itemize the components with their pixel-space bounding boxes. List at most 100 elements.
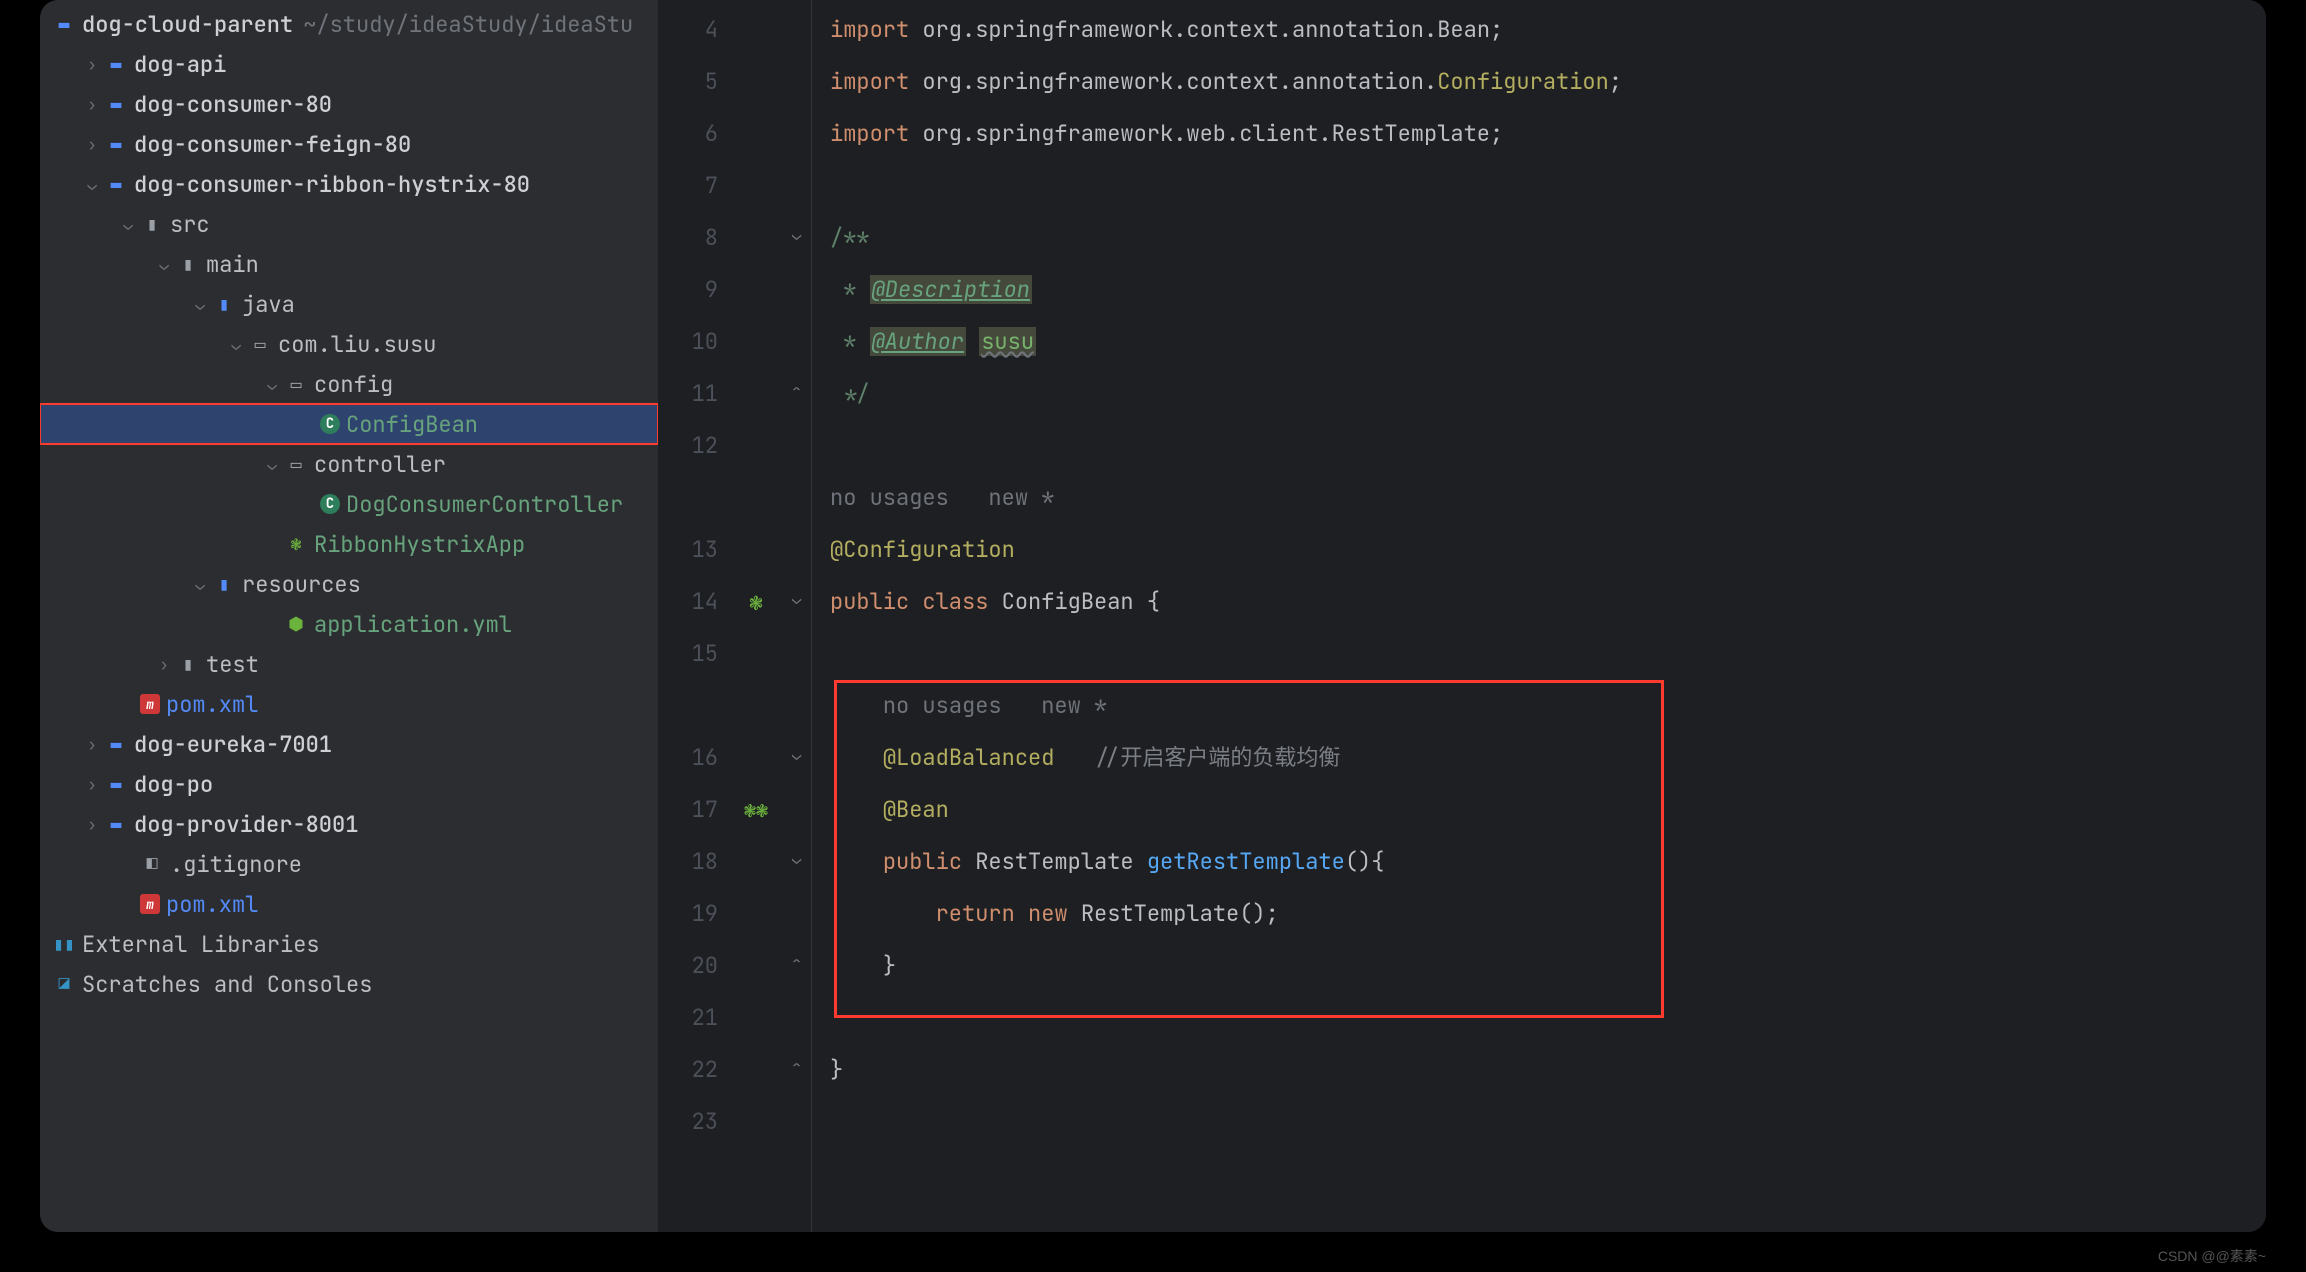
pkg-icon: ▭ [284, 372, 308, 396]
tree-item-main[interactable]: ⌄▮main [40, 244, 658, 284]
tree-item-dog-consumer-ribbon-hystrix-80[interactable]: ⌄▬dog-consumer-ribbon-hystrix-80 [40, 164, 658, 204]
tree-item-dog-consumer-80[interactable]: ›▬dog-consumer-80 [40, 84, 658, 124]
code-area[interactable]: import org.springframework.context.annot… [812, 0, 2266, 1232]
fold-handle[interactable]: ⌄ [782, 572, 811, 624]
fold-handle[interactable] [782, 312, 811, 364]
spring-icon: ❃ [284, 532, 308, 556]
line-number: 5 [658, 56, 730, 108]
expand-arrow-icon[interactable]: ⌄ [226, 334, 246, 355]
expand-arrow-icon[interactable]: ⌄ [190, 294, 210, 315]
fold-handle[interactable] [782, 676, 811, 728]
tree-item-label: java [242, 290, 295, 319]
maven-icon: m [140, 894, 160, 914]
tree-item-dog-eureka-7001[interactable]: ›▬dog-eureka-7001 [40, 724, 658, 764]
fold-handle[interactable] [782, 104, 811, 156]
tree-item-label: config [314, 370, 393, 399]
tree-item-label: .gitignore [170, 850, 302, 879]
tree-item--gitignore[interactable]: ◧.gitignore [40, 844, 658, 884]
line-number: 17 [658, 784, 730, 836]
expand-arrow-icon[interactable]: ⌄ [190, 574, 210, 595]
module-icon: ▬ [104, 812, 128, 836]
tree-item-label: dog-eureka-7001 [134, 730, 332, 759]
fold-handle[interactable]: ⌄ [782, 832, 811, 884]
fold-handle[interactable] [782, 520, 811, 572]
external-libraries[interactable]: ▮▮ External Libraries [40, 924, 658, 964]
fold-handle[interactable] [782, 468, 811, 520]
line-number: 15 [658, 628, 730, 680]
expand-arrow-icon[interactable]: ⌄ [262, 374, 282, 395]
code-editor[interactable]: 4567891011121314151617181920212223 ❃❃❃ ⌄… [658, 0, 2266, 1232]
tree-item-application-yml[interactable]: ⬢application.yml [40, 604, 658, 644]
tree-item-configbean[interactable]: CConfigBean [40, 404, 658, 444]
expand-arrow-icon[interactable]: ⌄ [82, 174, 102, 195]
project-root[interactable]: ▬ dog-cloud-parent ~/study/ideaStudy/ide… [40, 4, 658, 44]
tree-item-dog-consumer-feign-80[interactable]: ›▬dog-consumer-feign-80 [40, 124, 658, 164]
expand-arrow-icon[interactable]: › [82, 54, 102, 75]
line-number: 22 [658, 1044, 730, 1096]
fold-handle[interactable] [782, 0, 811, 52]
expand-arrow-icon[interactable]: › [82, 774, 102, 795]
fold-handle[interactable] [782, 1092, 811, 1144]
maven-icon: m [140, 694, 160, 714]
module-icon: ▬ [104, 132, 128, 156]
fold-handle[interactable]: ⌄ [782, 208, 811, 260]
tree-item-java[interactable]: ⌄▮java [40, 284, 658, 324]
fold-handle[interactable]: ⌃ [782, 1040, 811, 1092]
expand-arrow-icon[interactable]: › [82, 94, 102, 115]
tree-item-label: test [206, 650, 259, 679]
fold-handle[interactable] [782, 988, 811, 1040]
tree-item-dog-api[interactable]: ›▬dog-api [40, 44, 658, 84]
tree-item-src[interactable]: ⌄▮src [40, 204, 658, 244]
fold-handle[interactable] [782, 884, 811, 936]
expand-arrow-icon[interactable]: ⌄ [262, 454, 282, 475]
line-number: 16 [658, 732, 730, 784]
module-icon: ▬ [104, 92, 128, 116]
tree-item-dog-provider-8001[interactable]: ›▬dog-provider-8001 [40, 804, 658, 844]
tree-item-com-liu-susu[interactable]: ⌄▭com.liu.susu [40, 324, 658, 364]
expand-arrow-icon[interactable]: ⌄ [154, 254, 174, 275]
line-number: 19 [658, 888, 730, 940]
expand-arrow-icon[interactable]: › [82, 734, 102, 755]
tree-item-label: resources [242, 570, 361, 599]
fold-handle[interactable] [782, 624, 811, 676]
line-number: 6 [658, 108, 730, 160]
scratches[interactable]: ◪ Scratches and Consoles [40, 964, 658, 1004]
expand-arrow-icon[interactable]: ⌄ [118, 214, 138, 235]
pkg-icon: ▭ [284, 452, 308, 476]
expand-arrow-icon[interactable]: › [82, 814, 102, 835]
fold-handle[interactable] [782, 416, 811, 468]
line-number: 23 [658, 1096, 730, 1148]
gutter-icons: ❃❃❃ [730, 0, 782, 1232]
line-gutter: 4567891011121314151617181920212223 [658, 0, 730, 1232]
fold-handle[interactable] [782, 156, 811, 208]
tree-item-dog-po[interactable]: ›▬dog-po [40, 764, 658, 804]
expand-arrow-icon[interactable]: › [82, 134, 102, 155]
tree-item-pom-xml[interactable]: m pom.xml [40, 884, 658, 924]
tree-item-config[interactable]: ⌄▭config [40, 364, 658, 404]
tree-item-test[interactable]: ›▮test [40, 644, 658, 684]
hint-no-usages: no usages [830, 483, 949, 512]
tree-item-label: DogConsumerController [346, 490, 623, 519]
project-tree: ▬ dog-cloud-parent ~/study/ideaStudy/ide… [40, 0, 658, 1232]
fold-handle[interactable]: ⌄ [782, 728, 811, 780]
tree-item-ribbonhystrixapp[interactable]: ❃RibbonHystrixApp [40, 524, 658, 564]
fold-handle[interactable] [782, 52, 811, 104]
class-icon: C [320, 494, 340, 514]
tree-item-pom-xml[interactable]: mpom.xml [40, 684, 658, 724]
tree-item-label: dog-consumer-feign-80 [134, 130, 411, 159]
line-number: 11 [658, 368, 730, 420]
fold-handle[interactable] [782, 260, 811, 312]
class-icon: C [320, 414, 340, 434]
tree-item-resources[interactable]: ⌄▮resources [40, 564, 658, 604]
tree-item-label: dog-provider-8001 [134, 810, 358, 839]
fold-handle[interactable]: ⌃ [782, 364, 811, 416]
fold-handle[interactable] [782, 780, 811, 832]
scratches-icon: ◪ [52, 972, 76, 996]
libraries-icon: ▮▮ [52, 932, 76, 956]
spring-bean-icon: ❃ [749, 588, 762, 617]
tree-item-label: pom.xml [166, 890, 258, 919]
tree-item-dogconsumercontroller[interactable]: C DogConsumerController [40, 484, 658, 524]
fold-handle[interactable]: ⌃ [782, 936, 811, 988]
expand-arrow-icon[interactable]: › [154, 654, 174, 675]
tree-item-controller[interactable]: ⌄▭controller [40, 444, 658, 484]
